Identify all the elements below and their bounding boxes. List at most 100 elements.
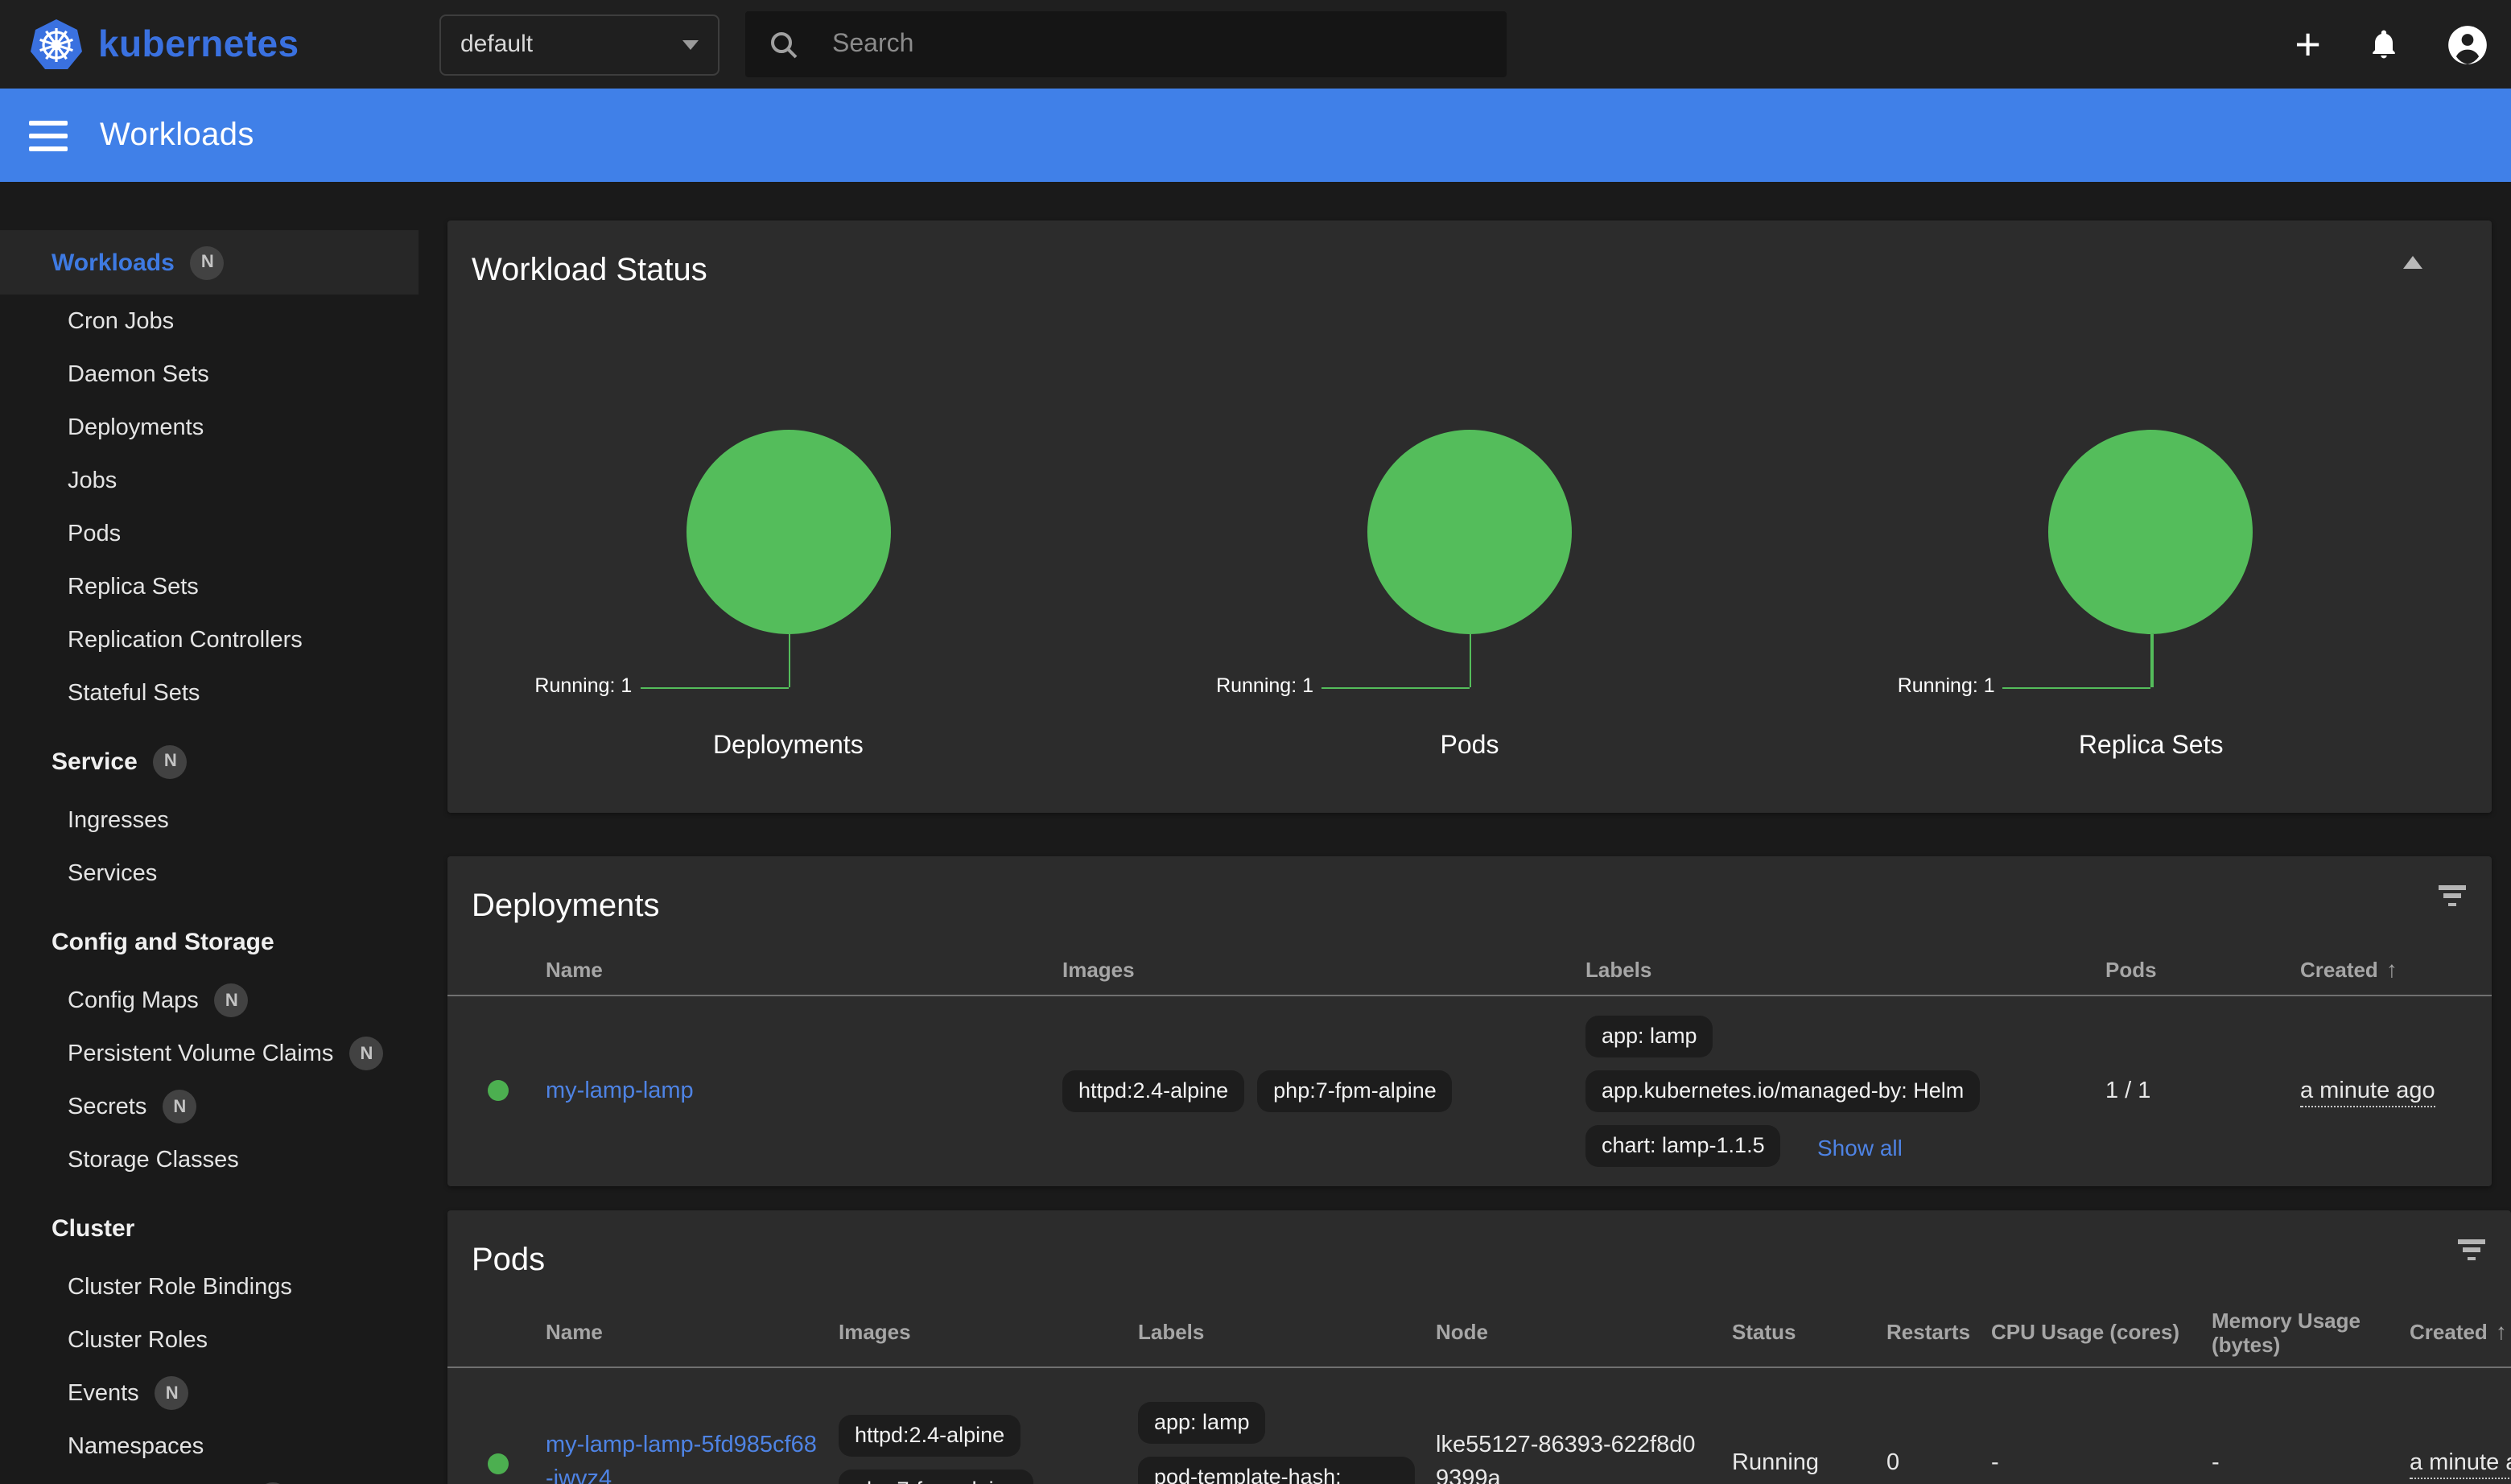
sidebar-item: Config and Storage bbox=[0, 909, 418, 974]
sidebar-item[interactable]: Namespaces bbox=[0, 1420, 418, 1473]
sidebar-item-label: Pods bbox=[68, 521, 121, 546]
sidebar-item[interactable]: Cron Jobs bbox=[0, 295, 418, 348]
sidebar-item[interactable]: Jobs bbox=[0, 454, 418, 507]
column-header[interactable]: Images bbox=[1062, 957, 1585, 981]
app-bar: Workloads bbox=[0, 89, 2511, 182]
sidebar-item[interactable]: Deployments bbox=[0, 401, 418, 454]
image-chip: httpd:2.4-alpine bbox=[839, 1415, 1020, 1457]
image-chip: php:7-fpm-alpine bbox=[839, 1470, 1034, 1484]
pod-cpu-usage: - bbox=[1991, 1450, 2212, 1476]
callout-line-horizontal bbox=[640, 686, 788, 689]
column-header[interactable]: Name bbox=[546, 957, 1062, 981]
sidebar-item[interactable]: Replica Sets bbox=[0, 560, 418, 613]
deployment-name-link[interactable]: my-lamp-lamp bbox=[546, 1078, 694, 1103]
kubernetes-brand[interactable]: kubernetes bbox=[29, 17, 399, 72]
sort-ascending-icon: ↑ bbox=[2496, 1320, 2507, 1344]
search-bar[interactable] bbox=[745, 11, 1507, 77]
new-badge: N bbox=[215, 983, 249, 1017]
pods-ratio: 1 / 1 bbox=[2105, 1078, 2300, 1103]
sidebar-item[interactable]: Persistent Volume Claims N bbox=[0, 1027, 418, 1080]
new-badge: N bbox=[349, 1037, 383, 1070]
workload-pie-chart: Running: 1 Deployments bbox=[447, 295, 1129, 813]
pod-name-link[interactable]: my-lamp-lamp-5fd985cf68-jwvz4 bbox=[546, 1429, 819, 1484]
label-chip: chart: lamp-1.1.5 bbox=[1585, 1124, 1781, 1166]
user-avatar-icon[interactable] bbox=[2447, 23, 2488, 65]
create-resource-icon[interactable]: + bbox=[2295, 25, 2321, 64]
new-badge: N bbox=[155, 1376, 189, 1410]
column-header[interactable]: Memory Usage (bytes) bbox=[2212, 1308, 2410, 1356]
sidebar-item[interactable]: Stateful Sets bbox=[0, 666, 418, 719]
sidebar-item[interactable]: Storage Classes bbox=[0, 1133, 418, 1186]
pie-chart-title: Replica Sets bbox=[1810, 732, 2492, 761]
sidebar-item[interactable]: Secrets N bbox=[0, 1080, 418, 1133]
sidebar-item[interactable]: Daemon Sets bbox=[0, 348, 418, 401]
column-header[interactable]: Labels bbox=[1138, 1308, 1436, 1356]
search-icon bbox=[768, 28, 800, 60]
label-chip: pod-template-hash: 5fd985cf68 bbox=[1138, 1457, 1415, 1484]
column-header[interactable]: CPU Usage (cores) bbox=[1991, 1308, 2212, 1356]
sidebar-item[interactable]: Workloads N bbox=[0, 230, 418, 295]
pie-chart-title: Deployments bbox=[447, 732, 1129, 761]
pod-status: Running bbox=[1732, 1450, 1886, 1476]
new-badge: N bbox=[163, 1090, 196, 1123]
pod-restarts: 0 bbox=[1886, 1450, 1991, 1476]
deployment-row[interactable]: my-lamp-lamp httpd:2.4-alpinephp:7-fpm-a… bbox=[447, 996, 2492, 1185]
new-badge: N bbox=[191, 245, 225, 279]
sidebar-item[interactable]: Cluster Roles bbox=[0, 1313, 418, 1367]
sidebar-item-label: Stateful Sets bbox=[68, 680, 200, 706]
workload-status-title: Workload Status bbox=[472, 252, 707, 289]
pod-memory-usage: - bbox=[2212, 1450, 2410, 1476]
pie-slice-running bbox=[2049, 430, 2253, 634]
column-header[interactable]: Status bbox=[1732, 1308, 1886, 1356]
namespace-selector[interactable]: default bbox=[439, 14, 719, 75]
sidebar-item-label: Config Maps bbox=[68, 987, 199, 1013]
column-header[interactable]: Created ↑ bbox=[2410, 1308, 2511, 1356]
workload-pie-chart: Running: 1 Replica Sets bbox=[1810, 295, 2492, 813]
namespace-value: default bbox=[460, 31, 682, 58]
sidebar-item[interactable]: Network Policies N bbox=[0, 1473, 418, 1484]
filter-icon[interactable] bbox=[2456, 1239, 2485, 1262]
sidebar-item-label: Cron Jobs bbox=[68, 308, 174, 334]
column-header[interactable]: Images bbox=[839, 1308, 1138, 1356]
top-bar: kubernetes default + bbox=[0, 0, 2511, 89]
pod-row[interactable]: my-lamp-lamp-5fd985cf68-jwvz4 httpd:2.4-… bbox=[447, 1368, 2511, 1484]
sidebar-item-label: Service bbox=[52, 748, 138, 775]
node-name: lke55127-86393-622f8d09399a bbox=[1436, 1429, 1709, 1484]
sidebar-item[interactable]: Services bbox=[0, 847, 418, 900]
column-header[interactable]: Created ↑ bbox=[2300, 957, 2492, 981]
sidebar-item[interactable]: Pods bbox=[0, 507, 418, 560]
pie-callout-label: Running: 1 bbox=[1216, 674, 1313, 697]
created-timestamp: a minute ago bbox=[2300, 1078, 2435, 1107]
label-chip: app.kubernetes.io/managed-by: Helm bbox=[1585, 1070, 1980, 1111]
column-header[interactable]: Restarts bbox=[1886, 1308, 1991, 1356]
sidebar-item-label: Replica Sets bbox=[68, 574, 199, 600]
collapse-arrow-icon[interactable] bbox=[2403, 256, 2422, 269]
notifications-bell-icon[interactable] bbox=[2366, 27, 2402, 62]
sidebar-item[interactable]: Config Maps N bbox=[0, 974, 418, 1027]
image-chip: httpd:2.4-alpine bbox=[1062, 1070, 1244, 1111]
pods-title: Pods bbox=[472, 1242, 545, 1279]
column-header[interactable]: Node bbox=[1436, 1308, 1732, 1356]
column-header[interactable]: Pods bbox=[2105, 957, 2300, 981]
sidebar-item[interactable]: Events N bbox=[0, 1367, 418, 1420]
sidebar-item-label: Services bbox=[68, 860, 157, 886]
column-header[interactable]: Labels bbox=[1585, 957, 2105, 981]
label-chip: app: lamp bbox=[1138, 1402, 1266, 1444]
status-ok-dot bbox=[488, 1080, 509, 1101]
search-input[interactable] bbox=[832, 30, 1484, 59]
sidebar-item[interactable]: Ingresses bbox=[0, 794, 418, 847]
deployments-card: Deployments Name bbox=[447, 856, 2492, 1186]
sidebar-item[interactable]: Replication Controllers bbox=[0, 613, 418, 666]
menu-hamburger-icon[interactable] bbox=[29, 120, 68, 150]
filter-icon[interactable] bbox=[2437, 885, 2466, 908]
brand-name: kubernetes bbox=[98, 23, 299, 66]
show-all-link[interactable]: Show all bbox=[1817, 1134, 1903, 1160]
sidebar-item[interactable]: Cluster Role Bindings bbox=[0, 1260, 418, 1313]
pods-card: Pods Name bbox=[447, 1210, 2511, 1484]
workload-status-card: Workload Status Running: 1 Deployments bbox=[447, 221, 2492, 813]
sidebar-item[interactable]: Service N bbox=[0, 729, 418, 794]
deployments-title: Deployments bbox=[472, 888, 659, 925]
pie-callout-label: Running: 1 bbox=[1898, 674, 1995, 697]
column-header[interactable]: Name bbox=[546, 1308, 839, 1356]
pie-chart-title: Pods bbox=[1129, 732, 1811, 761]
